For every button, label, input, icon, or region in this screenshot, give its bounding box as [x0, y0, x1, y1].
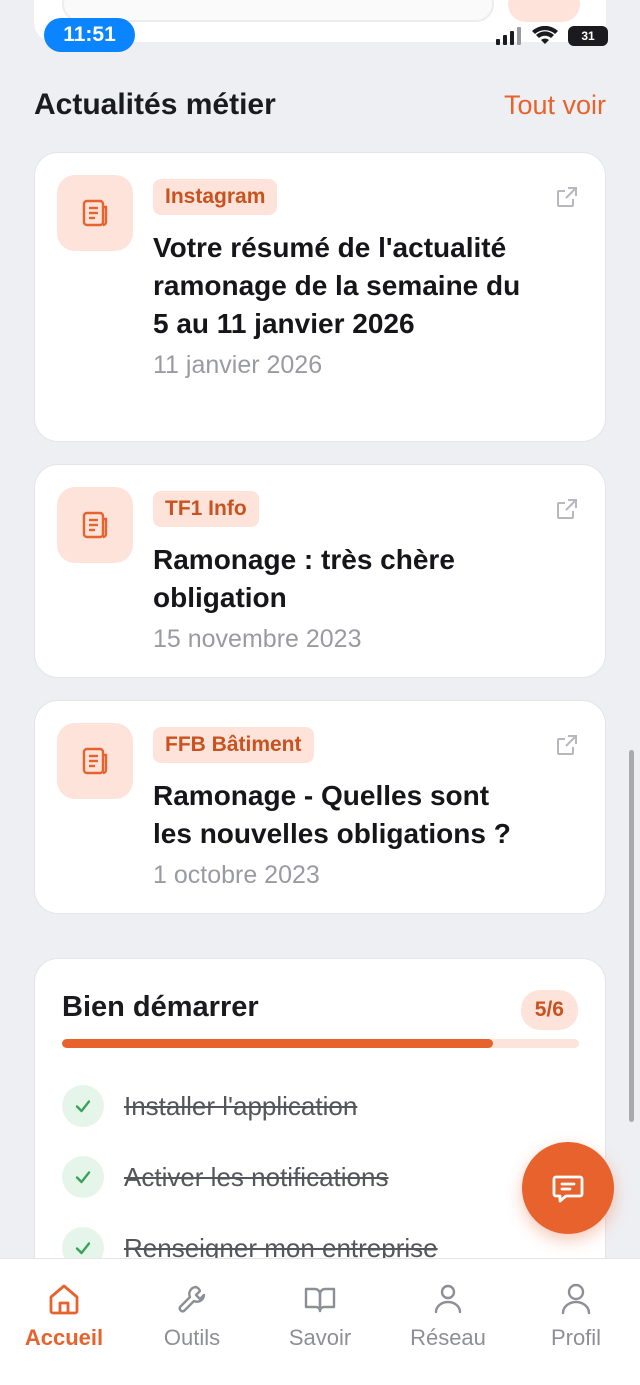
progress-fill [62, 1039, 493, 1048]
news-title: Votre résumé de l'actualité ramonage de … [153, 232, 521, 339]
nav-label: Savoir [288, 1325, 352, 1350]
previous-input[interactable] [62, 0, 494, 22]
user-icon [434, 1284, 462, 1314]
news-source-badge: FFB Bâtiment [153, 727, 314, 763]
news-date: 15 novembre 2023 [153, 625, 362, 653]
news-title: Ramonage : très chère obligation [153, 544, 455, 613]
task-label: Installer l'application [124, 1090, 358, 1121]
nav-label: Réseau [410, 1325, 486, 1350]
check-icon [62, 1085, 104, 1127]
previous-button[interactable] [508, 0, 580, 22]
external-link-icon[interactable] [555, 733, 579, 757]
signal-icon [496, 27, 521, 45]
news-date: 11 janvier 2026 [153, 351, 323, 379]
task-label: Activer les notifications [124, 1161, 389, 1192]
chat-icon [552, 1175, 584, 1203]
onboarding-title: Bien démarrer [62, 991, 259, 1023]
book-icon [304, 1287, 336, 1313]
check-icon [62, 1156, 104, 1198]
nav-item-reseau[interactable]: Réseau [384, 1259, 512, 1385]
wifi-icon [532, 26, 558, 44]
home-icon [49, 1284, 79, 1315]
battery-icon: 31 [568, 26, 608, 46]
external-link-icon[interactable] [555, 185, 579, 209]
progress-bar [62, 1039, 579, 1048]
news-date: 1 octobre 2023 [153, 861, 320, 889]
scrollbar[interactable] [629, 750, 634, 1122]
nav-label: Accueil [24, 1325, 104, 1350]
section-title: Actualités métier [34, 88, 276, 121]
news-card[interactable]: TF1 Info Ramonage : très chère obligatio… [34, 464, 606, 678]
article-icon [57, 487, 133, 563]
bottom-nav: Accueil Outils Savoir Réseau Profil [0, 1258, 640, 1385]
see-all-link[interactable]: Tout voir [504, 90, 606, 121]
nav-item-savoir[interactable]: Savoir [256, 1259, 384, 1385]
task-item[interactable]: Installer l'application [62, 1085, 357, 1127]
chat-button[interactable] [522, 1142, 614, 1234]
wrench-icon [178, 1285, 206, 1313]
status-icons: 31 [496, 26, 608, 46]
external-link-icon[interactable] [555, 497, 579, 521]
nav-item-outils[interactable]: Outils [128, 1259, 256, 1385]
article-icon [57, 175, 133, 251]
news-card[interactable]: FFB Bâtiment Ramonage - Quelles sont les… [34, 700, 606, 914]
nav-item-accueil[interactable]: Accueil [0, 1259, 128, 1385]
news-source-badge: TF1 Info [153, 491, 259, 527]
news-title: Ramonage - Quelles sont les nouvelles ob… [153, 780, 511, 849]
status-time: 11:51 [44, 18, 135, 52]
article-icon [57, 723, 133, 799]
nav-label: Outils [163, 1325, 221, 1350]
nav-item-profil[interactable]: Profil [512, 1259, 640, 1385]
nav-label: Profil [550, 1325, 602, 1350]
task-item[interactable]: Activer les notifications [62, 1156, 388, 1198]
news-source-badge: Instagram [153, 179, 278, 215]
progress-badge: 5/6 [520, 990, 578, 1030]
user-icon [561, 1283, 591, 1315]
news-card[interactable]: Instagram Votre résumé de l'actualité ra… [34, 152, 606, 442]
onboarding-card: Bien démarrer 5/6 Installer l'applicatio… [34, 958, 606, 1298]
